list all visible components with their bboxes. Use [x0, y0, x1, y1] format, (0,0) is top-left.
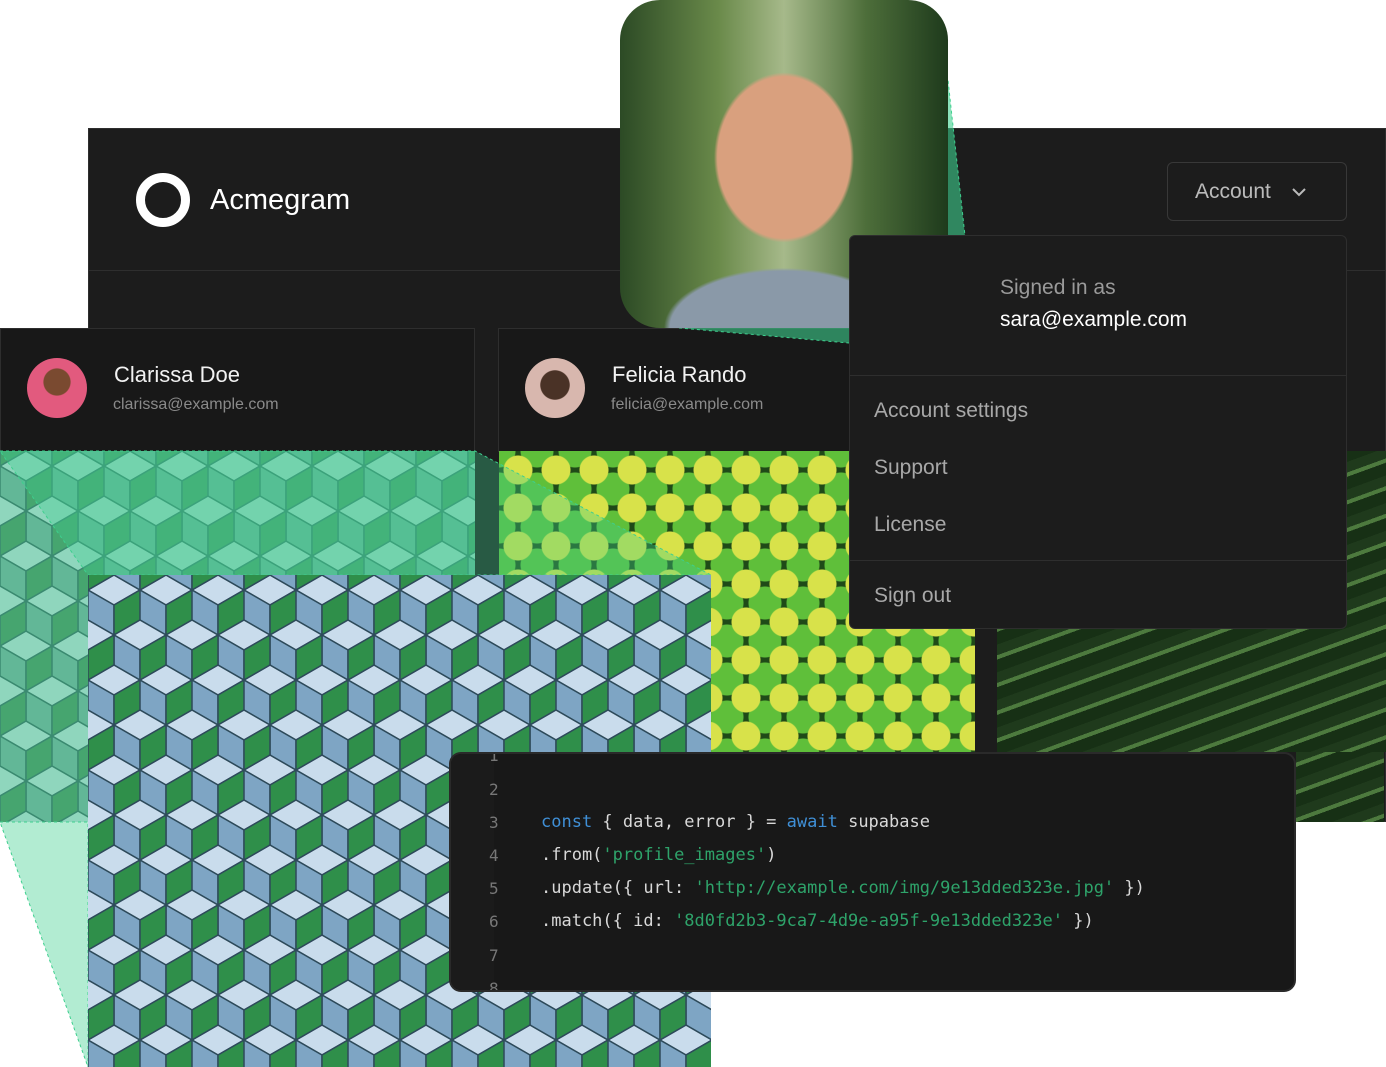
signed-in-email: sara@example.com	[1000, 308, 1188, 331]
code-line: .update({ url: 'http://example.com/img/9…	[541, 878, 1145, 898]
divider	[850, 375, 1346, 376]
string: 'http://example.com/img/9e13dded323e.jpg…	[694, 878, 1115, 898]
menu-item-sign-out[interactable]: Sign out	[874, 584, 951, 608]
code-text: supabase	[837, 812, 930, 832]
signed-in-label: Signed in as	[1000, 276, 1116, 299]
string: '8d0fd2b3-9ca7-4d9e-a95f-9e13dded323e'	[674, 911, 1063, 931]
code-text: })	[1114, 878, 1145, 898]
line-number: 4	[489, 846, 499, 865]
code-line: const { data, error } = await supabase	[541, 812, 930, 832]
code-line: .match({ id: '8d0fd2b3-9ca7-4d9e-a95f-9e…	[541, 911, 1094, 931]
code-text: .from(	[541, 845, 603, 865]
code-text: })	[1063, 911, 1094, 931]
menu-item-support[interactable]: Support	[874, 456, 948, 480]
line-number: 8	[489, 979, 499, 992]
account-dropdown: Signed in as sara@example.com Account se…	[849, 235, 1347, 629]
keyword: const	[541, 812, 593, 832]
code-editor: 1 2 3 4 5 6 7 8 const { data, error } = …	[449, 752, 1296, 992]
line-number: 3	[489, 813, 499, 832]
line-number: 1	[489, 752, 499, 765]
keyword: await	[786, 812, 838, 832]
menu-item-license[interactable]: License	[874, 513, 946, 537]
line-number: 6	[489, 912, 499, 931]
code-text: { data, error } =	[592, 812, 787, 832]
line-number: 2	[489, 780, 499, 799]
divider	[850, 560, 1346, 561]
string: 'profile_images'	[602, 845, 767, 865]
line-gutter	[451, 754, 494, 990]
line-number: 7	[489, 946, 499, 965]
code-text: .update({ url:	[541, 878, 695, 898]
menu-item-account-settings[interactable]: Account settings	[874, 399, 1028, 423]
code-text: )	[766, 845, 777, 865]
code-line: .from('profile_images')	[541, 845, 776, 865]
line-number: 5	[489, 879, 499, 898]
code-text: .match({ id:	[541, 911, 675, 931]
